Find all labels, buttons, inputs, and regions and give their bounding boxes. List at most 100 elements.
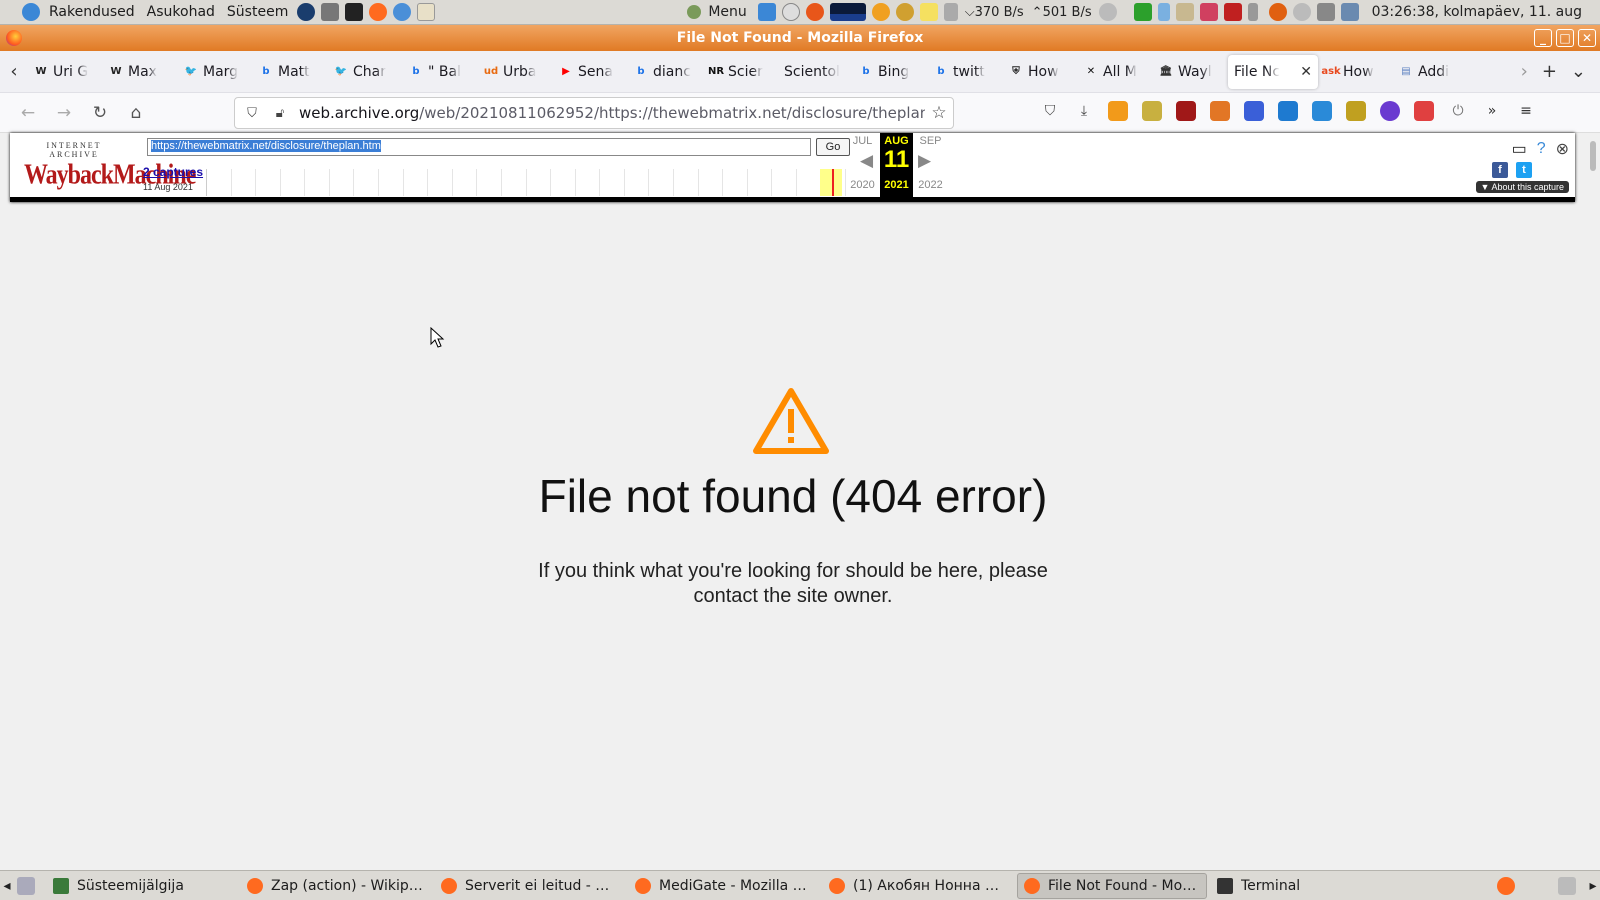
- battery-icon[interactable]: [1247, 3, 1258, 21]
- extension-download-icon[interactable]: [1346, 101, 1366, 121]
- downloads-icon[interactable]: ⤓: [1074, 101, 1094, 121]
- taskbar-scroll-right-icon[interactable]: ▸: [1586, 878, 1600, 894]
- insecure-lock-icon[interactable]: 🔓︎: [269, 106, 291, 121]
- tab-16[interactable]: File Nc ✕: [1228, 54, 1318, 89]
- extension-honey-icon[interactable]: [1108, 101, 1128, 121]
- show-desktop-icon[interactable]: [17, 876, 35, 895]
- tracking-protection-icon[interactable]: ⛉: [241, 106, 263, 121]
- globe-icon[interactable]: [297, 3, 316, 21]
- panel-menu-system[interactable]: Süsteem: [221, 4, 294, 20]
- files-icon[interactable]: [321, 3, 340, 21]
- user-switch-icon[interactable]: [1340, 3, 1359, 21]
- wayback-url-input[interactable]: https://thewebmatrix.net/disclosure/thep…: [147, 138, 811, 156]
- bookmark-star-icon[interactable]: ☆: [925, 103, 953, 123]
- ublock-icon[interactable]: [1176, 101, 1196, 121]
- taskbar-item[interactable]: Süsteemijälgija: [47, 873, 237, 899]
- next-capture-arrow-icon[interactable]: ▶: [918, 151, 931, 171]
- hamburger-menu-icon[interactable]: ≡: [1516, 101, 1536, 121]
- taskbar-item[interactable]: File Not Found - Mozill...: [1017, 872, 1207, 899]
- security-check-icon[interactable]: [1133, 3, 1152, 21]
- tab-11[interactable]: b Bing: [853, 55, 928, 89]
- text-editor-launcher-icon[interactable]: [417, 3, 436, 21]
- thunderbird-launcher-icon[interactable]: [393, 3, 412, 21]
- firefox-workspace-icon[interactable]: [1497, 876, 1515, 895]
- applet-menu[interactable]: Menu: [676, 4, 754, 20]
- url-text[interactable]: web.archive.org/web/20210811062952/https…: [299, 104, 925, 122]
- extension-tag-icon[interactable]: [1312, 101, 1332, 121]
- weather-icon[interactable]: [805, 3, 824, 21]
- minimize-button[interactable]: _: [1534, 29, 1552, 47]
- tab-scroll-left-button[interactable]: ‹: [0, 61, 28, 82]
- tab-2[interactable]: 🐦 Marg: [178, 55, 253, 89]
- sun-icon[interactable]: [871, 3, 890, 21]
- tab-4[interactable]: 🐦 Char: [328, 55, 403, 89]
- tab-7[interactable]: ▶ Sena: [553, 55, 628, 89]
- taskbar-item[interactable]: Serverit ei leitud - Mo...: [435, 873, 625, 899]
- list-all-tabs-button[interactable]: ⌄: [1571, 61, 1586, 82]
- prev-capture-arrow-icon[interactable]: ◀: [860, 151, 873, 171]
- panel-menu-applications[interactable]: Rakendused: [43, 4, 141, 20]
- distro-logo-icon[interactable]: [22, 3, 40, 21]
- tab-12[interactable]: b twitt: [928, 55, 1003, 89]
- captures-link[interactable]: 2 captures: [143, 165, 203, 179]
- wayback-logo[interactable]: INTERNET ARCHIVE WaybackMachine: [24, 141, 196, 191]
- tab-scroll-right-button[interactable]: ›: [1521, 61, 1528, 82]
- power-icon[interactable]: ⏻: [1448, 101, 1468, 121]
- url-bar[interactable]: ⛉ 🔓︎ web.archive.org/web/20210811062952/…: [234, 97, 954, 129]
- forward-button[interactable]: →: [46, 103, 82, 123]
- update-icon[interactable]: [1268, 3, 1287, 21]
- prev-month-column[interactable]: JUL 2020: [846, 133, 879, 191]
- tab-17[interactable]: ask How: [1318, 55, 1393, 89]
- firefox-launcher-icon[interactable]: [369, 3, 388, 21]
- extension-a-icon[interactable]: [1142, 101, 1162, 121]
- workspace-switcher-icon[interactable]: [1558, 876, 1576, 895]
- twitter-share-icon[interactable]: t: [1516, 162, 1532, 178]
- tab-10[interactable]: Scientol: [778, 55, 853, 89]
- wayback-go-button[interactable]: Go: [816, 138, 850, 156]
- clipboard-icon[interactable]: [1175, 3, 1194, 21]
- taskbar-item[interactable]: MediGate - Mozilla Fir...: [629, 873, 819, 899]
- tab-15[interactable]: 🏛 Wayl: [1153, 55, 1228, 89]
- back-button[interactable]: ←: [10, 103, 46, 123]
- firefox-account-icon[interactable]: [1380, 101, 1400, 121]
- terminal-launcher-icon[interactable]: [345, 3, 364, 21]
- page-scrollbar[interactable]: [1586, 133, 1600, 870]
- taskbar-scroll-left-icon[interactable]: ◂: [0, 878, 14, 894]
- capture-sparkline[interactable]: [206, 169, 847, 196]
- facebook-share-icon[interactable]: f: [1492, 162, 1508, 178]
- tab-6[interactable]: ud Urba: [478, 55, 553, 89]
- extension-red-icon[interactable]: [1414, 101, 1434, 121]
- next-month-column[interactable]: SEP 2022: [914, 133, 947, 191]
- bluetooth-icon[interactable]: [1157, 3, 1170, 21]
- speaker-icon[interactable]: [1292, 3, 1311, 21]
- metamask-icon[interactable]: [1210, 101, 1230, 121]
- about-capture-button[interactable]: ▼ About this capture: [1475, 181, 1569, 193]
- tab-9[interactable]: NR Scier: [703, 55, 778, 89]
- volume-icon[interactable]: [1098, 3, 1117, 21]
- reload-button[interactable]: ↻: [82, 103, 118, 123]
- firefox-icon[interactable]: [6, 30, 22, 46]
- maximize-button[interactable]: □: [1556, 29, 1574, 47]
- clock-applet-icon[interactable]: [781, 3, 800, 21]
- new-tab-button[interactable]: +: [1542, 61, 1557, 82]
- taskbar-item[interactable]: Terminal: [1211, 873, 1401, 899]
- panel-menu-places[interactable]: Asukohad: [141, 4, 221, 20]
- pocket-icon[interactable]: ⛉: [1040, 101, 1060, 121]
- close-tab-icon[interactable]: ✕: [1300, 64, 1312, 80]
- tab-14[interactable]: ✕ All M: [1078, 55, 1153, 89]
- window-titlebar[interactable]: File Not Found - Mozilla Firefox _ □ ✕: [0, 25, 1600, 51]
- help-icon[interactable]: ?: [1537, 140, 1546, 158]
- link-extension-icon[interactable]: [1244, 101, 1264, 121]
- tab-0[interactable]: W Uri G: [28, 55, 103, 89]
- overflow-menu-icon[interactable]: »: [1482, 101, 1502, 121]
- tab-3[interactable]: b Matt: [253, 55, 328, 89]
- tab-1[interactable]: W Max: [103, 55, 178, 89]
- close-window-button[interactable]: ✕: [1578, 29, 1596, 47]
- close-toolbar-icon[interactable]: ⊗: [1556, 139, 1569, 159]
- check-icon[interactable]: [757, 3, 776, 21]
- clock[interactable]: 03:26:38, kolmapäev, 11. aug: [1362, 4, 1600, 20]
- tab-13[interactable]: ⛨ How: [1003, 55, 1078, 89]
- taskbar-item[interactable]: Zap (action) - Wikiped...: [241, 873, 431, 899]
- tab-18[interactable]: ▤ Addi: [1393, 55, 1468, 89]
- extension-blue-icon[interactable]: [1278, 101, 1298, 121]
